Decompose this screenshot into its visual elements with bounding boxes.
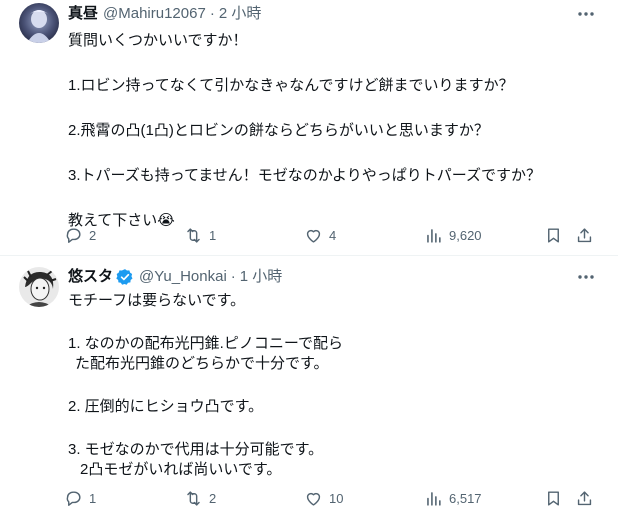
retweet-icon [187, 490, 200, 506]
views-button[interactable]: 6,517 [424, 487, 482, 509]
reply-icon [66, 227, 81, 243]
reply-button[interactable]: 2 [64, 224, 96, 246]
action-bar: 1 2 10 6,517 [62, 487, 618, 509]
text-line: 2. 圧倒的にヒショウ凸です。 [68, 398, 264, 415]
timestamp[interactable]: 1 小時 [240, 267, 283, 287]
text-line: 質問いくつかいいですか！ [68, 32, 248, 49]
like-count: 4 [329, 227, 337, 243]
reply-count: 2 [89, 227, 97, 243]
bookmark-button[interactable] [544, 224, 563, 246]
tweet-text: 質問いくつかいいですか！ 1.ロビン持ってなくて引かなきゃなんですけど餅までいり… [68, 31, 588, 231]
display-name[interactable]: 真昼 [68, 4, 98, 24]
text-line: モチーフは要らないです。 [68, 292, 246, 309]
user-handle[interactable]: @Mahiru12067 [103, 4, 206, 24]
like-button[interactable]: 10 [304, 487, 343, 509]
separator: · [230, 268, 236, 285]
tweet-header: 真昼 @Mahiru12067 · 2 小時 [68, 4, 261, 24]
retweet-count: 1 [209, 227, 217, 243]
tweet-mahiru[interactable]: 真昼 @Mahiru12067 · 2 小時 質問いくつかいいですか！ 1.ロビ… [0, 0, 618, 256]
more-icon[interactable] [576, 267, 596, 287]
reply-icon [66, 490, 81, 506]
avatar[interactable] [19, 267, 59, 307]
tweet-yu-honkai[interactable]: 悠スタ @Yu_Honkai · 1 小時 モチーフは要らないです。 1. なの… [0, 257, 618, 506]
like-icon [306, 492, 321, 506]
timestamp[interactable]: 2 小時 [219, 4, 262, 24]
share-button[interactable] [575, 224, 594, 246]
views-icon [427, 491, 441, 506]
retweet-button[interactable]: 1 [184, 224, 216, 246]
text-line: 3.トパーズも持ってません！モゼなのかよりやっぱりトパーズですか？ [68, 167, 542, 184]
share-icon [577, 490, 592, 505]
views-button[interactable]: 9,620 [424, 224, 482, 246]
text-line: 2凸モゼがいれば尚いいです。 [80, 461, 282, 478]
action-bar: 2 1 4 9,620 [62, 224, 618, 246]
avatar[interactable] [19, 3, 59, 43]
like-count: 10 [329, 490, 344, 506]
user-handle[interactable]: @Yu_Honkai [139, 267, 227, 287]
more-icon[interactable] [576, 4, 596, 24]
like-icon [306, 229, 321, 243]
view-count: 6,517 [449, 490, 482, 506]
retweet-button[interactable]: 2 [184, 487, 216, 509]
bookmark-button[interactable] [544, 487, 563, 509]
display-name[interactable]: 悠スタ [68, 267, 113, 287]
retweet-icon [187, 227, 200, 243]
text-line: 3. モゼなのかで代用は十分可能です。 [68, 441, 324, 458]
like-button[interactable]: 4 [304, 224, 336, 246]
share-icon [577, 227, 592, 242]
text-line: た配布光円錐のどちらかで十分です。 [75, 355, 329, 372]
text-line: 1.ロビン持ってなくて引かなきゃなんですけど餅までいりますか？ [68, 77, 514, 94]
verified-badge-icon [116, 268, 134, 286]
separator: · [209, 5, 215, 22]
text-line: 1. なのかの配布光円錐.ピノコニーで配ら [68, 335, 343, 352]
reply-count: 1 [89, 490, 97, 506]
bookmark-icon [548, 227, 559, 243]
view-count: 9,620 [449, 227, 482, 243]
text-line: 2.飛霄の凸(1凸)とロビンの餅ならどちらがいいと思いますか？ [68, 122, 489, 139]
share-button[interactable] [575, 487, 594, 509]
retweet-count: 2 [209, 490, 217, 506]
bookmark-icon [548, 490, 559, 506]
reply-button[interactable]: 1 [64, 487, 96, 509]
views-icon [427, 228, 441, 243]
tweet-text: モチーフは要らないです。 1. なのかの配布光円錐.ピノコニーで配ら た配布光円… [68, 291, 368, 480]
tweet-header: 悠スタ @Yu_Honkai · 1 小時 [68, 267, 282, 287]
